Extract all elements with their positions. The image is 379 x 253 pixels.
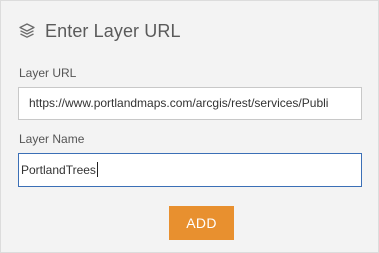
layer-name-label: Layer Name [19, 132, 85, 146]
panel-title: Enter Layer URL [45, 20, 181, 41]
text-cursor [96, 162, 98, 178]
enter-layer-url-panel: Enter Layer URL Layer URL https://www.po… [0, 0, 379, 253]
layer-url-value: https://www.portlandmaps.com/arcgis/rest… [29, 96, 329, 110]
panel-header: Enter Layer URL [18, 20, 181, 42]
layers-icon [18, 22, 36, 40]
layer-name-input[interactable]: PortlandTrees [18, 153, 362, 187]
add-button[interactable]: ADD [169, 206, 234, 240]
layer-url-label: Layer URL [19, 66, 77, 80]
layer-url-input[interactable]: https://www.portlandmaps.com/arcgis/rest… [18, 87, 362, 120]
layer-name-value: PortlandTrees [21, 163, 96, 177]
